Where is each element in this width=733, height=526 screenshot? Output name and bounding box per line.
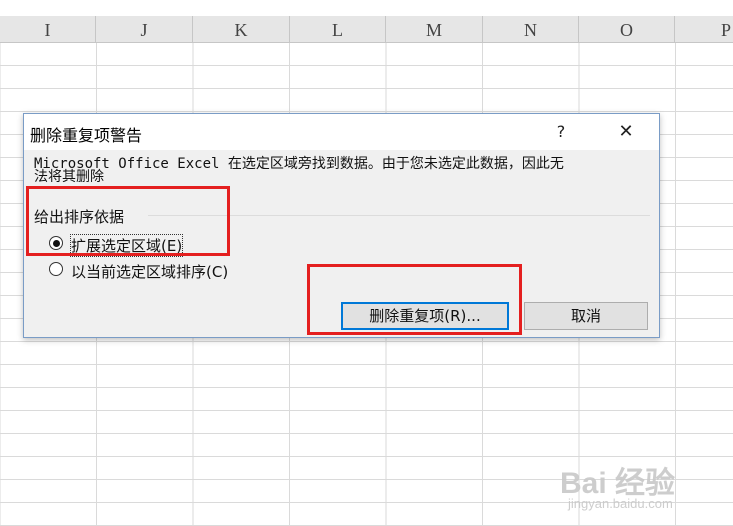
annotation-box-remove-button [307,264,522,335]
dialog-title: 删除重复项警告 [30,126,143,145]
column-header-k[interactable]: K [193,16,290,42]
column-header-n[interactable]: N [483,16,579,42]
warning-message-line-2: 法将其删除 [34,169,104,185]
column-header-i[interactable]: I [0,16,96,42]
annotation-box-options [26,186,230,256]
radio-unchecked-icon[interactable] [49,262,63,276]
warning-message: Microsoft Office Excel 在选定区域旁找到数据。由于您未选定… [34,156,654,185]
watermark-url: jingyan.baidu.com [568,496,673,511]
column-header-l[interactable]: L [290,16,386,42]
radio-current-selection-label[interactable]: 以当前选定区域排序(C) [71,261,228,282]
warning-message-line-1: Microsoft Office Excel 在选定区域旁找到数据。由于您未选定… [34,156,564,172]
column-header-p[interactable]: P [675,16,733,42]
baidu-watermark: Bai 经验 jingyan.baidu.com [560,458,730,518]
help-button[interactable]: ? [544,118,578,146]
dialog-titlebar[interactable]: 删除重复项警告 ? ✕ [24,114,659,150]
column-header-o[interactable]: O [579,16,675,42]
column-header-row: I J K L M N O P [0,16,733,43]
column-header-m[interactable]: M [386,16,483,42]
column-header-j[interactable]: J [96,16,193,42]
close-icon[interactable]: ✕ [608,118,644,146]
cancel-button[interactable]: 取消 [524,302,648,330]
